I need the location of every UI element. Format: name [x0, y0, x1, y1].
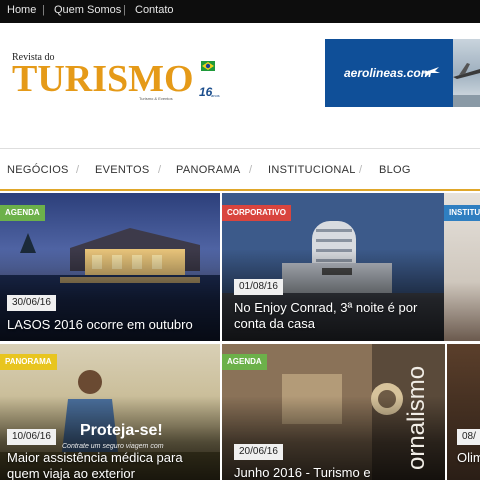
article-date: 08/: [457, 429, 480, 445]
nav-item-institucional[interactable]: INSTITUCIONAL: [268, 164, 356, 176]
category-badge[interactable]: AGENDA: [222, 354, 267, 370]
ad-photo: [453, 39, 480, 107]
category-badge[interactable]: AGENDA: [0, 205, 45, 221]
top-link-home[interactable]: Home: [7, 4, 36, 16]
top-link-contato[interactable]: Contato: [135, 4, 174, 16]
image-caption: Proteja-se!: [80, 422, 163, 439]
category-badge[interactable]: CORPORATIVO: [222, 205, 291, 221]
article-title[interactable]: Olim de f: [457, 450, 480, 466]
article-date: 20/06/16: [234, 444, 283, 460]
nav-separator: /: [76, 164, 80, 176]
article-date: 10/06/16: [7, 429, 56, 445]
top-link-quem-somos[interactable]: Quem Somos: [54, 4, 121, 16]
nav-item-panorama[interactable]: PANORAMA: [176, 164, 241, 176]
article-card-lasos[interactable]: AGENDA 30/06/16 LASOS 2016 ocorre em out…: [0, 193, 220, 341]
article-card-assistencia[interactable]: PANORAMA Proteja-se! Contrate um seguro …: [0, 344, 220, 480]
nav-separator: /: [359, 164, 363, 176]
image-subcaption: Contrate um seguro viagem com: [62, 443, 164, 450]
top-separator: |: [42, 4, 45, 16]
category-badge[interactable]: PANORAMA: [0, 354, 57, 370]
brazil-flag-icon: [201, 61, 215, 71]
article-card-olim-bottom[interactable]: 08/ Olim de f: [447, 344, 480, 480]
main-nav: NEGÓCIOS / EVENTOS / PANORAMA / INSTITUC…: [0, 148, 480, 191]
category-badge[interactable]: INSTITUCIONAL: [444, 205, 480, 221]
site-logo[interactable]: Revista do TURISMO Turismo & Eventos 16 …: [12, 52, 222, 112]
top-bar: Home | Quem Somos | Contato: [0, 0, 480, 23]
nav-separator: /: [249, 164, 253, 176]
article-date: 30/06/16: [7, 295, 56, 311]
ad-banner[interactable]: aerolineas.com: [325, 39, 480, 107]
article-title[interactable]: Maior assistência médica para quem viaja…: [7, 450, 217, 480]
logo-tagline: Turismo & Eventos: [139, 96, 173, 101]
nav-item-negocios[interactable]: NEGÓCIOS: [7, 164, 69, 176]
article-card-junho[interactable]: ornalismo AGENDA 20/06/16 Junho 2016 - T…: [222, 344, 445, 480]
logo-years-suffix: anos: [211, 93, 220, 98]
logo-name: TURISMO: [12, 58, 194, 100]
top-separator: |: [123, 4, 126, 16]
nav-item-eventos[interactable]: EVENTOS: [95, 164, 149, 176]
image-vertical-text: ornalismo: [403, 365, 430, 470]
article-title[interactable]: LASOS 2016 ocorre em outubro: [7, 317, 213, 333]
article-card-conrad[interactable]: CORPORATIVO 01/08/16 No Enjoy Conrad, 3ª…: [222, 193, 445, 341]
nav-separator: /: [158, 164, 162, 176]
plane-logo-icon: [420, 67, 440, 77]
article-date: 01/08/16: [234, 279, 283, 295]
article-title[interactable]: No Enjoy Conrad, 3ª noite é por conta da…: [234, 300, 434, 332]
nav-item-blog[interactable]: BLOG: [379, 164, 411, 176]
article-title[interactable]: Junho 2016 - Turismo e comunicação: [234, 465, 444, 480]
article-card-olim[interactable]: INSTITUCIONAL: [444, 193, 480, 341]
